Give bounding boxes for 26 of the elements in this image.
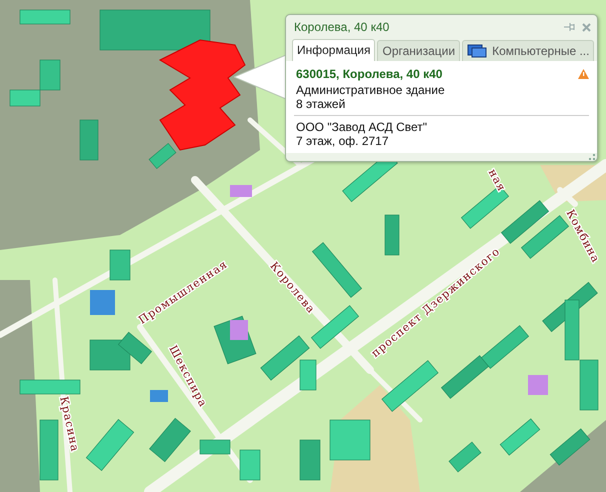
building[interactable] — [10, 90, 40, 106]
organization-info-text: ООО "Завод АСД Свет" — [296, 120, 428, 134]
district-area — [540, 165, 606, 202]
street-label: Красина — [57, 395, 82, 454]
street-label: ная — [486, 166, 508, 194]
building[interactable] — [564, 300, 580, 360]
organization-info-text: 7 этаж, оф. 2717 — [296, 134, 390, 148]
building[interactable] — [240, 450, 260, 480]
building[interactable] — [40, 60, 60, 90]
building-info-text: 8 этажей — [296, 97, 346, 111]
tab[interactable]: Компьютерные ... — [462, 40, 594, 61]
warning-icon[interactable] — [578, 69, 589, 79]
resize-grip-icon[interactable] — [588, 153, 595, 160]
building[interactable] — [20, 380, 80, 394]
monitor-icon — [467, 44, 488, 58]
building[interactable] — [330, 420, 370, 460]
highlighted-building[interactable] — [158, 39, 246, 151]
tab[interactable]: Информация — [292, 39, 376, 61]
building[interactable] — [300, 360, 316, 390]
tab[interactable]: Организации — [377, 40, 460, 61]
pin-icon[interactable] — [564, 22, 576, 32]
popup-title: Королева, 40 к40 — [294, 20, 390, 34]
building-info-text: Административное здание — [296, 83, 446, 97]
close-icon[interactable] — [582, 22, 591, 32]
building[interactable] — [20, 10, 70, 24]
address-text: 630015, Королева, 40 к40 — [296, 67, 442, 81]
